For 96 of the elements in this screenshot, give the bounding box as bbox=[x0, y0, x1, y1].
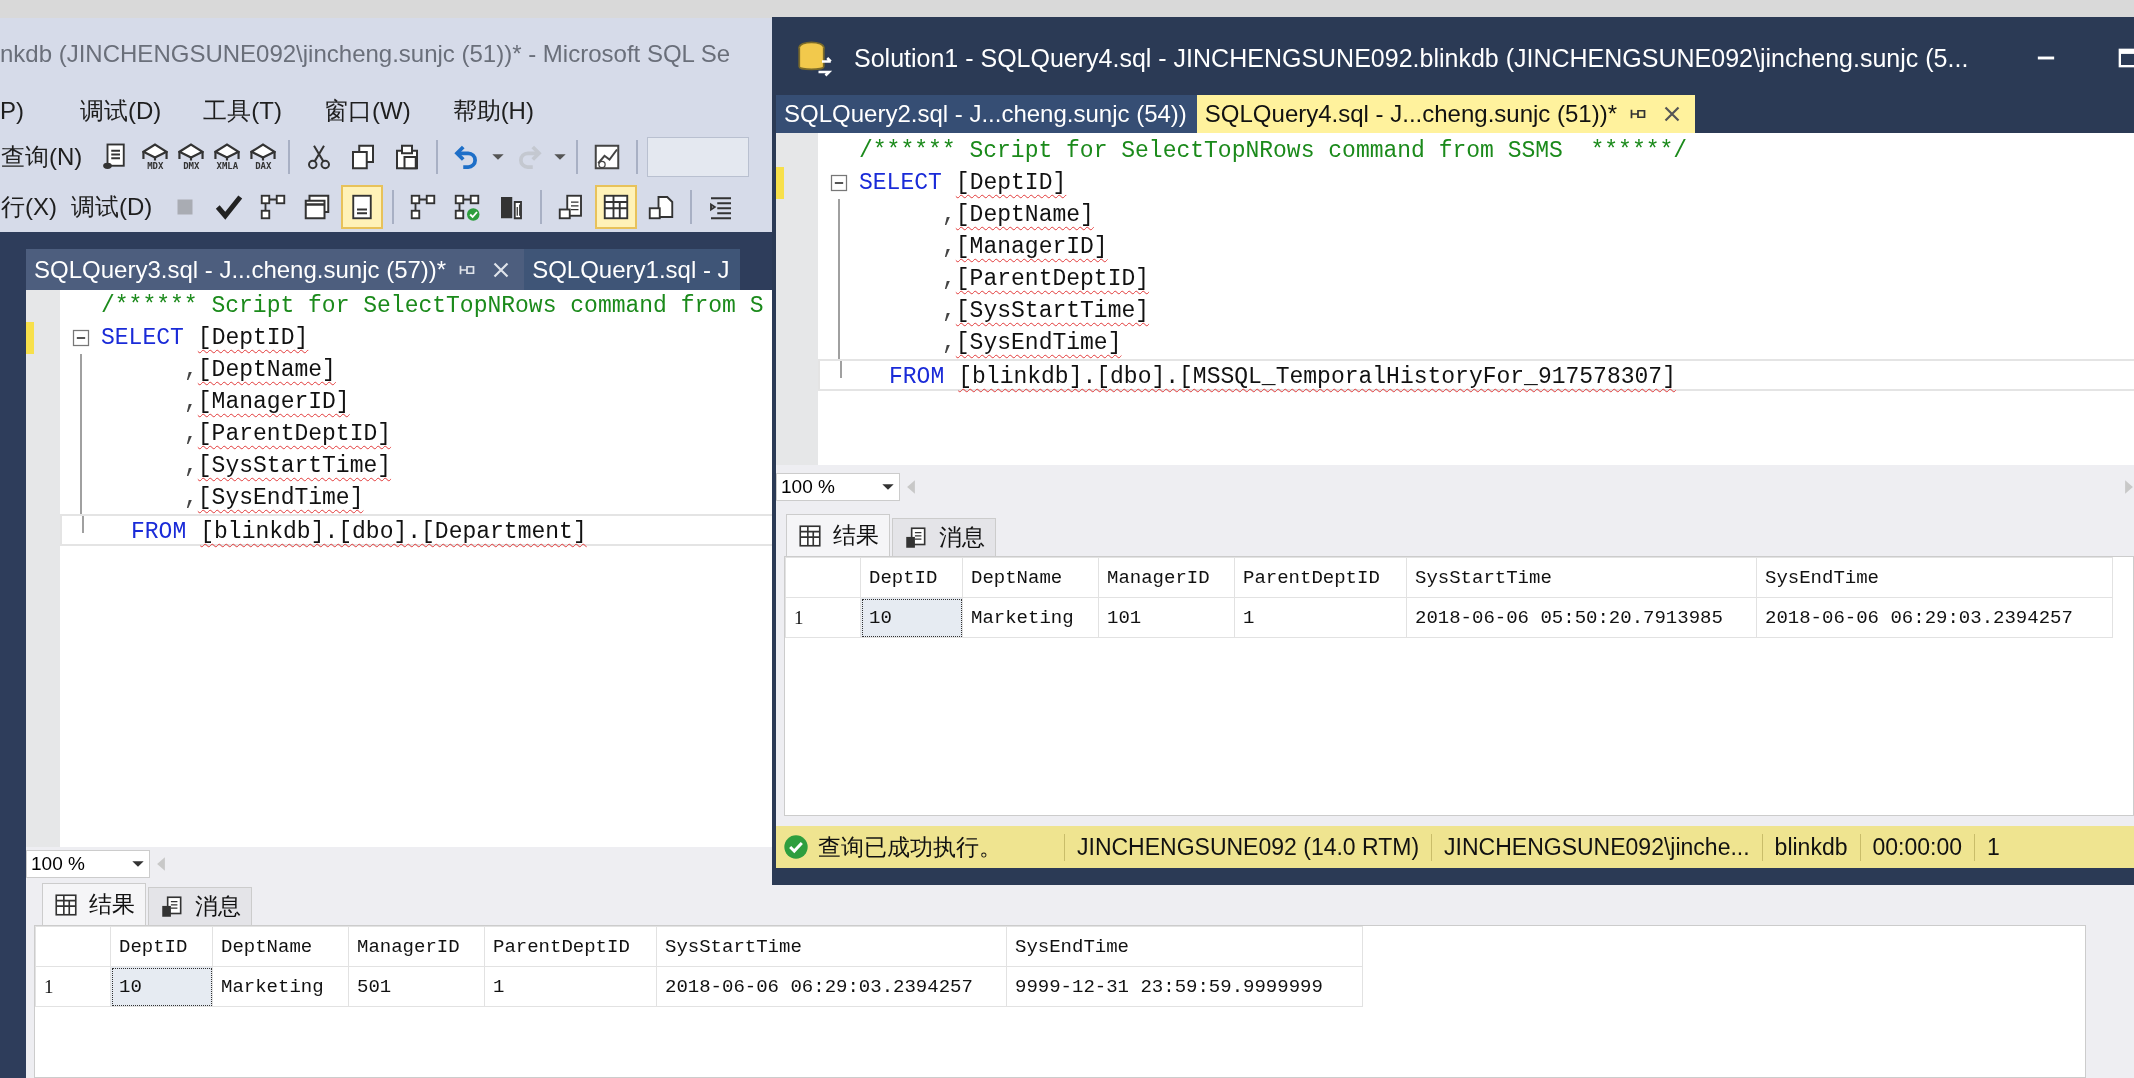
icon-label: DAX bbox=[255, 162, 272, 171]
sql-identifier: [blinkdb].[dbo].[Department] bbox=[200, 518, 587, 544]
column-header[interactable]: SysEndTime bbox=[1756, 557, 2113, 598]
sql-keyword: SELECT bbox=[101, 324, 184, 353]
query-type-button[interactable]: DMX bbox=[175, 135, 208, 179]
zoom-value: 100 % bbox=[31, 853, 85, 875]
zoom-dropdown[interactable]: 100 % bbox=[26, 850, 150, 878]
column-header[interactable]: SysStartTime bbox=[1406, 557, 1757, 598]
sql-identifier: [SysEndTime] bbox=[197, 484, 364, 513]
row-number: 1 bbox=[785, 597, 861, 638]
column-header[interactable]: SysStartTime bbox=[656, 926, 1007, 967]
sql-identifier: [ParentDeptID] bbox=[955, 265, 1150, 294]
document-tab[interactable]: SQLQuery2.sql - J...cheng.sunjc (54)) bbox=[776, 95, 1197, 133]
comma: , bbox=[942, 297, 956, 326]
status-message: 查询已成功执行。 bbox=[818, 832, 1002, 862]
menu-item[interactable]: P) bbox=[0, 97, 44, 125]
tab-label: SQLQuery2.sql - J...cheng.sunjc (54)) bbox=[784, 100, 1187, 128]
column-header[interactable]: DeptID bbox=[860, 557, 963, 598]
column-header[interactable]: DeptID bbox=[110, 926, 213, 967]
table-cell: 1 bbox=[484, 966, 657, 1007]
column-header[interactable]: ManagerID bbox=[1098, 557, 1235, 598]
tab-label: SQLQuery4.sql - J...cheng.sunjc (51))* bbox=[1204, 100, 1617, 128]
menu-item[interactable]: 调试(D) bbox=[80, 95, 182, 127]
comma: , bbox=[942, 201, 956, 230]
result-tab[interactable]: 消息 bbox=[892, 518, 996, 556]
comma: , bbox=[942, 233, 956, 262]
status-text: JINCHENGSUNE092\jinche... bbox=[1444, 833, 1750, 861]
sql-identifier: [DeptName] bbox=[197, 356, 336, 385]
table-cell: 1 bbox=[1234, 597, 1407, 638]
toolbar-button[interactable]: 查询(N) bbox=[0, 135, 92, 179]
column-header[interactable]: SysEndTime bbox=[1006, 926, 1363, 967]
comma: , bbox=[184, 484, 198, 513]
column-header[interactable]: ParentDeptID bbox=[1234, 557, 1407, 598]
status-text: 00:00:00 bbox=[1872, 833, 1963, 861]
query-type-button[interactable]: MDX bbox=[139, 135, 172, 179]
document-tab[interactable]: SQLQuery3.sql - J...cheng.sunjc (57))* bbox=[26, 249, 525, 290]
result-tab[interactable]: 结果 bbox=[42, 883, 146, 925]
sql-keyword: FROM bbox=[131, 518, 187, 544]
sql-identifier: [SysEndTime] bbox=[955, 329, 1122, 358]
tab-label: SQLQuery1.sql - J bbox=[532, 255, 730, 284]
document-tab[interactable]: SQLQuery4.sql - J...cheng.sunjc (51))* bbox=[1196, 95, 1695, 133]
sql-identifier: [blinkdb].[dbo].[MSSQL_TemporalHistoryFor_917578307] bbox=[958, 363, 1676, 389]
tab-label: SQLQuery3.sql - J...cheng.sunjc (57))* bbox=[34, 255, 447, 284]
document-tab[interactable]: SQLQuery1.sql - J bbox=[524, 249, 740, 290]
toolbar-button[interactable]: 调试(D) bbox=[70, 185, 162, 229]
comma: , bbox=[184, 452, 198, 481]
result-tab[interactable]: 消息 bbox=[148, 887, 252, 925]
code-comment: /****** Script for SelectTopNRows command from S bbox=[101, 292, 764, 321]
sql-identifier: [DeptName] bbox=[955, 201, 1094, 230]
row-number: 1 bbox=[35, 966, 111, 1007]
sql-identifier: [ManagerID] bbox=[955, 233, 1108, 262]
query-type-button[interactable]: XMLA bbox=[211, 135, 244, 179]
column-header[interactable]: ParentDeptID bbox=[484, 926, 657, 967]
code-comment: /****** Script for SelectTopNRows command from SSMS ******/ bbox=[859, 137, 1688, 166]
table-cell: 501 bbox=[348, 966, 485, 1007]
sql-identifier: [DeptID] bbox=[955, 169, 1067, 198]
menu-item[interactable]: 窗口(W) bbox=[324, 95, 431, 127]
table-cell: 101 bbox=[1098, 597, 1235, 638]
sql-identifier: [SysStartTime] bbox=[197, 452, 392, 481]
table-cell: 10 bbox=[110, 966, 213, 1007]
table-cell: Marketing bbox=[212, 966, 349, 1007]
zoom-value: 100 % bbox=[781, 475, 835, 498]
sql-identifier: [ParentDeptID] bbox=[197, 420, 392, 449]
result-tab[interactable]: 结果 bbox=[786, 514, 890, 556]
toolbar-button[interactable]: 行(X) bbox=[0, 185, 66, 229]
column-header[interactable]: ManagerID bbox=[348, 926, 485, 967]
comma: , bbox=[184, 356, 198, 385]
table-cell: 9999-12-31 23:59:59.9999999 bbox=[1006, 966, 1363, 1007]
table-cell: 2018-06-06 06:29:03.2394257 bbox=[656, 966, 1007, 1007]
sql-keyword: FROM bbox=[889, 363, 945, 389]
status-text: JINCHENGSUNE092 (14.0 RTM) bbox=[1077, 833, 1420, 861]
comma: , bbox=[184, 420, 198, 449]
zoom-dropdown[interactable]: 100 % bbox=[776, 472, 900, 501]
sql-identifier: [SysStartTime] bbox=[955, 297, 1150, 326]
menu-item[interactable]: 帮助(H) bbox=[452, 95, 554, 127]
icon-label: XMLA bbox=[216, 162, 239, 171]
icon-label: DMX bbox=[183, 162, 200, 171]
table-cell: 10 bbox=[860, 597, 963, 638]
table-cell: 2018-06-06 05:50:20.7913985 bbox=[1406, 597, 1757, 638]
comma: , bbox=[942, 329, 956, 358]
status-text: blinkdb bbox=[1774, 833, 1848, 861]
sql-keyword: SELECT bbox=[859, 169, 942, 198]
column-header[interactable]: DeptName bbox=[962, 557, 1099, 598]
window-title: Solution1 - SQLQuery4.sql - JINCHENGSUNE092.blinkdb (JINCHENGSUNE092\jincheng.sunjc (5... bbox=[854, 43, 1969, 73]
comma: , bbox=[184, 388, 198, 417]
status-text: 1 bbox=[1987, 833, 2000, 861]
table-cell: Marketing bbox=[962, 597, 1099, 638]
query-type-button[interactable]: DAX bbox=[247, 135, 280, 179]
sql-identifier: [DeptID] bbox=[197, 324, 309, 353]
window-title: nkdb (JINCHENGSUNE092\jincheng.sunjc (51))* - Microsoft SQL Se bbox=[0, 40, 731, 68]
sql-identifier: [ManagerID] bbox=[197, 388, 350, 417]
column-header[interactable]: DeptName bbox=[212, 926, 349, 967]
table-cell: 2018-06-06 06:29:03.2394257 bbox=[1756, 597, 2113, 638]
comma: , bbox=[942, 265, 956, 294]
menu-item[interactable]: 工具(T) bbox=[203, 95, 302, 127]
icon-label: MDX bbox=[147, 162, 164, 171]
